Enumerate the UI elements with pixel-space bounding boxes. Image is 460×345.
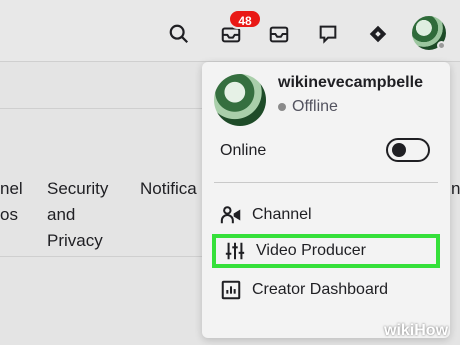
profile-avatar xyxy=(214,74,266,126)
settings-tabs-underline xyxy=(0,256,202,257)
profile-username: wikinevecampbelle xyxy=(278,74,423,91)
whispers-icon[interactable] xyxy=(314,20,342,48)
menu-item-creator-dashboard[interactable]: Creator Dashboard xyxy=(212,273,440,307)
settings-tab-channel[interactable]: nel os xyxy=(0,176,23,228)
notification-count-badge: 48 xyxy=(228,9,262,29)
settings-tab-connections[interactable]: nn xyxy=(451,176,460,202)
inbox-icon[interactable] xyxy=(265,20,293,48)
menu-item-label: Video Producer xyxy=(256,242,366,259)
online-toggle-label: Online xyxy=(220,142,267,159)
menu-item-label: Channel xyxy=(252,206,312,223)
toggle-knob xyxy=(392,143,406,157)
menu-item-video-producer[interactable]: Video Producer xyxy=(212,234,440,268)
offline-status-icon xyxy=(278,103,286,111)
prime-loot-icon[interactable] xyxy=(364,20,392,48)
profile-status: Offline xyxy=(278,98,338,116)
creator-dashboard-icon xyxy=(221,280,241,300)
video-producer-icon xyxy=(225,242,245,260)
top-navigation-bar: 48 xyxy=(0,0,460,62)
search-icon[interactable] xyxy=(165,20,193,48)
menu-item-label: Creator Dashboard xyxy=(252,281,389,298)
wikihow-watermark: wikiHow xyxy=(384,322,449,339)
settings-tab-notifications[interactable]: Notifica xyxy=(140,176,197,202)
user-menu-dropdown: wikinevecampbelle Offline Online Channel… xyxy=(202,62,450,338)
settings-tab-security-privacy[interactable]: Security and Privacy xyxy=(47,176,108,254)
presence-status-dot xyxy=(437,41,446,50)
online-toggle[interactable] xyxy=(386,138,430,162)
page-divider xyxy=(0,108,202,109)
profile-status-label: Offline xyxy=(292,98,338,115)
channel-icon xyxy=(220,206,241,224)
menu-item-channel[interactable]: Channel xyxy=(212,198,440,232)
menu-divider xyxy=(214,182,438,183)
